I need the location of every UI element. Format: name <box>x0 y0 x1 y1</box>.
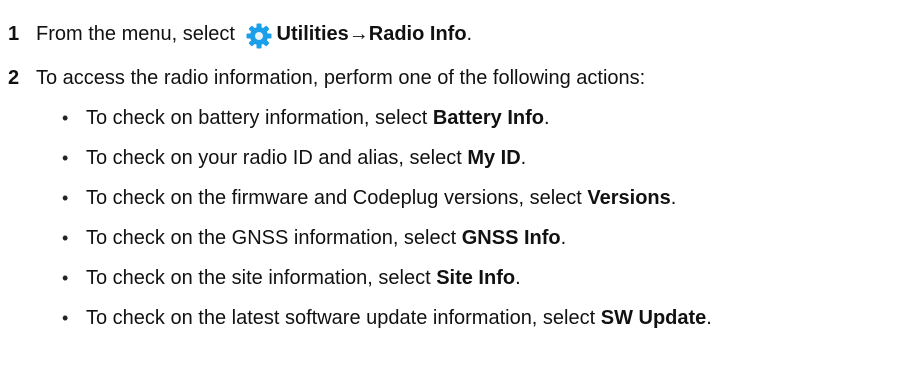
step-text: To access the radio information, perform… <box>36 67 646 89</box>
item-text: To check on the GNSS information, select <box>86 227 457 249</box>
list-item: • To check on battery information, select… <box>62 104 712 144</box>
bullet-mark: • <box>62 108 69 128</box>
bullet-mark: • <box>62 148 69 168</box>
item-end: . <box>706 307 712 329</box>
menu-path: Utilities→Radio Info <box>276 23 467 45</box>
item-text: To check on the site information, select <box>86 267 431 289</box>
instruction-document: 1 From the menu, select Utilities→Radio I… <box>0 0 923 367</box>
item-text: To check on the firmware and Codeplug ve… <box>86 187 582 209</box>
step-number: 2 <box>8 67 20 89</box>
bullet-mark: • <box>62 308 69 328</box>
item-option: Battery Info <box>432 107 544 129</box>
item-text: To check on the latest software update i… <box>86 307 596 329</box>
bullet-mark: • <box>62 268 69 288</box>
list-item: • To check on your radio ID and alias, se… <box>62 144 712 184</box>
list-item: • To check on the firmware and Codeplug v… <box>62 184 712 224</box>
item-option: GNSS Info <box>461 227 561 249</box>
step-number: 1 <box>8 23 20 45</box>
step-text-end: . <box>466 23 473 45</box>
step-1: 1 From the menu, select Utilities→Radio I… <box>8 20 472 50</box>
item-end: . <box>520 147 527 169</box>
item-end: . <box>670 187 677 209</box>
action-list: • To check on battery information, select… <box>62 104 712 344</box>
item-end: . <box>543 107 550 129</box>
list-item: • To check on the site information, selec… <box>62 264 712 304</box>
item-end: . <box>515 267 521 289</box>
list-item: • To check on the GNSS information, selec… <box>62 224 712 264</box>
item-option: My ID <box>467 147 521 169</box>
bullet-mark: • <box>62 188 69 208</box>
list-item: • To check on the latest software update … <box>62 304 712 344</box>
step-text: From the menu, select <box>36 23 235 45</box>
bullet-mark: • <box>62 228 69 248</box>
item-end: . <box>560 227 567 249</box>
gear-icon <box>245 22 273 50</box>
item-text: To check on battery information, select <box>86 107 428 129</box>
step-2: 2 To access the radio information, perfor… <box>8 64 645 92</box>
item-option: SW Update <box>600 307 707 329</box>
item-option: Site Info <box>436 267 516 289</box>
item-option: Versions <box>587 187 671 209</box>
item-text: To check on your radio ID and alias, sel… <box>86 147 462 169</box>
